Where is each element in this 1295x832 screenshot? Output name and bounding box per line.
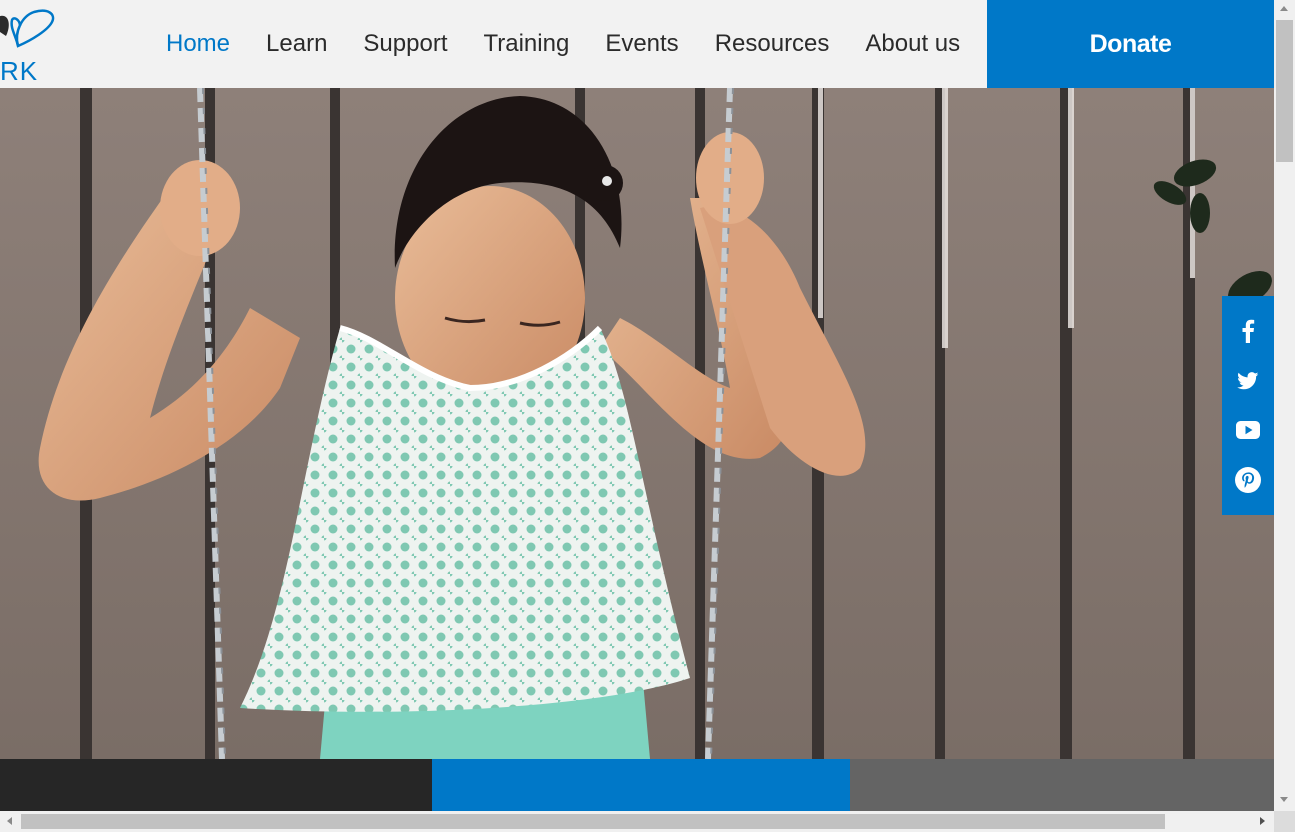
pinterest-icon <box>1235 467 1261 494</box>
logo-text: RK <box>0 56 39 86</box>
nav-item-events[interactable]: Events <box>587 0 696 88</box>
nav-item-about-us[interactable]: About us <box>847 0 978 88</box>
horizontal-scrollbar[interactable] <box>0 811 1274 832</box>
nav-item-support[interactable]: Support <box>345 0 465 88</box>
feature-band-blue <box>432 759 850 811</box>
nav-item-training[interactable]: Training <box>465 0 587 88</box>
facebook-icon <box>1242 319 1255 343</box>
nav-item-home[interactable]: Home <box>148 0 248 88</box>
vertical-scrollbar[interactable] <box>1274 0 1295 811</box>
vertical-scroll-thumb[interactable] <box>1276 20 1293 162</box>
scroll-right-arrow-icon[interactable] <box>1260 817 1265 825</box>
hero-image <box>0 88 1274 759</box>
scrollbar-corner <box>1274 811 1295 832</box>
pinterest-button[interactable] <box>1233 465 1263 495</box>
youtube-icon <box>1236 421 1260 440</box>
horizontal-scroll-thumb[interactable] <box>21 814 1165 829</box>
twitter-icon <box>1237 371 1259 389</box>
scroll-up-arrow-icon[interactable] <box>1280 6 1288 11</box>
site-header: RK Home Learn Support Training Events Re… <box>0 0 1274 88</box>
feature-band-gray <box>850 759 1274 811</box>
butterfly-logo-icon <box>0 9 55 48</box>
feature-band-dark <box>0 759 432 811</box>
site-logo[interactable]: RK <box>0 6 72 86</box>
youtube-button[interactable] <box>1233 415 1263 445</box>
scroll-left-arrow-icon[interactable] <box>7 817 12 825</box>
nav-item-learn[interactable]: Learn <box>248 0 345 88</box>
page-viewport: RK Home Learn Support Training Events Re… <box>0 0 1274 811</box>
nav-item-resources[interactable]: Resources <box>697 0 848 88</box>
scroll-down-arrow-icon[interactable] <box>1280 797 1288 802</box>
donate-button[interactable]: Donate <box>987 0 1274 88</box>
twitter-button[interactable] <box>1233 366 1263 396</box>
social-bar <box>1222 296 1274 515</box>
girl-on-swing-photo <box>0 88 1274 759</box>
main-nav: Home Learn Support Training Events Resou… <box>148 0 978 88</box>
facebook-button[interactable] <box>1233 316 1263 346</box>
